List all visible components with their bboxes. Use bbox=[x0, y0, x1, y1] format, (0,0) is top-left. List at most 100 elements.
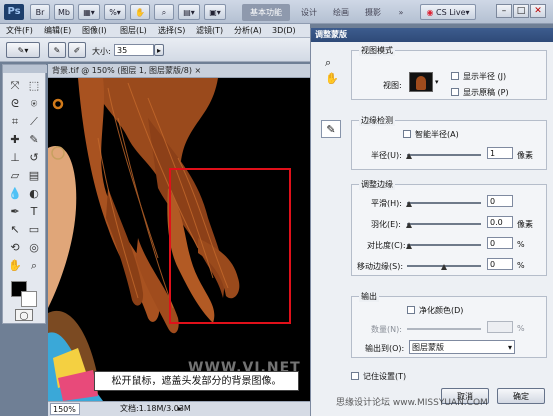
quick-mask-icon[interactable]: ◯ bbox=[15, 309, 33, 321]
move-tool-icon[interactable]: ⤧ bbox=[6, 77, 24, 95]
contrast-input[interactable]: 0 bbox=[487, 237, 513, 249]
menu-select[interactable]: 选择(S) bbox=[158, 24, 185, 38]
quick-selection-tool-icon[interactable]: ⍟ bbox=[25, 95, 43, 113]
close-icon[interactable]: ✕ bbox=[530, 4, 546, 18]
hand-tool-button[interactable]: ✋ bbox=[130, 4, 150, 20]
output-title: 输出 bbox=[359, 291, 379, 302]
hair-image bbox=[48, 78, 310, 401]
workspace-essentials[interactable]: 基本功能 bbox=[242, 4, 290, 21]
status-bar: 150% 文档:1.18M/3.03M ▸ bbox=[48, 401, 310, 416]
clone-stamp-tool-icon[interactable]: ⊥ bbox=[6, 149, 24, 167]
radius-slider[interactable] bbox=[407, 154, 481, 156]
decontaminate-colors-label: 净化颜色(D) bbox=[419, 306, 464, 315]
menu-edit[interactable]: 编辑(E) bbox=[44, 24, 71, 38]
history-brush-tool-icon[interactable]: ↺ bbox=[25, 149, 43, 167]
output-to-value: 图层蒙版 bbox=[412, 343, 444, 352]
size-input[interactable]: 35 bbox=[114, 44, 154, 56]
workspace-photography[interactable]: 摄影 bbox=[360, 4, 386, 21]
output-to-select[interactable]: 图层蒙版 ▾ bbox=[409, 340, 515, 354]
view-extras-button[interactable]: ▦▾ bbox=[78, 4, 100, 20]
feather-input[interactable]: 0.0 bbox=[487, 216, 513, 228]
image-canvas[interactable]: WWW.VI.NET bbox=[48, 78, 310, 401]
path-selection-tool-icon[interactable]: ↖ bbox=[6, 221, 24, 239]
screen-mode-button[interactable]: ▣▾ bbox=[204, 4, 226, 20]
smooth-input[interactable]: 0 bbox=[487, 195, 513, 207]
minibridge-button[interactable]: Mb bbox=[54, 4, 74, 20]
tool-preset-picker[interactable]: ✎▾ bbox=[6, 42, 40, 58]
crop-tool-icon[interactable]: ⌗ bbox=[6, 113, 24, 131]
menu-3d[interactable]: 3D(D) bbox=[272, 24, 296, 38]
zoom-tool-icon[interactable]: ⌕ bbox=[25, 257, 43, 275]
dodge-tool-icon[interactable]: ◐ bbox=[25, 185, 43, 203]
maximize-icon[interactable]: □ bbox=[513, 4, 529, 18]
3d-orbit-tool-icon[interactable]: ◎ bbox=[25, 239, 43, 257]
hand-tool-icon[interactable]: ✋ bbox=[6, 257, 24, 275]
shape-tool-icon[interactable]: ▭ bbox=[25, 221, 43, 239]
healing-brush-tool-icon[interactable]: ✚ bbox=[6, 131, 24, 149]
remember-settings-checkbox[interactable] bbox=[351, 372, 359, 380]
lasso-tool-icon[interactable]: ᘓ bbox=[6, 95, 24, 113]
refine-radius-tool-icon[interactable]: ✎ bbox=[321, 120, 341, 138]
type-tool-icon[interactable]: T bbox=[25, 203, 43, 221]
view-dropdown-arrow-icon[interactable]: ▾ bbox=[435, 78, 439, 86]
background-color-swatch[interactable] bbox=[21, 291, 37, 307]
bottom-watermark: 思缘设计论坛 www.MISSYUAN.COM bbox=[336, 398, 488, 408]
hand-tool-icon[interactable]: ✋ bbox=[325, 72, 339, 85]
refine-radius-tool-icon[interactable]: ✎ bbox=[48, 42, 66, 58]
feather-slider-knob[interactable] bbox=[406, 222, 412, 228]
refine-radius-brush-icon: ✎ bbox=[17, 46, 25, 55]
menu-analysis[interactable]: 分析(A) bbox=[234, 24, 262, 38]
menu-layer[interactable]: 图层(L) bbox=[120, 24, 147, 38]
document-tab[interactable]: 背景.tif @ 150% (图层 1, 图层蒙版/8) × bbox=[48, 64, 310, 78]
feather-unit: 像素 bbox=[517, 220, 533, 229]
3d-rotate-tool-icon[interactable]: ⟲ bbox=[6, 239, 24, 257]
view-mode-group bbox=[351, 50, 547, 100]
show-radius-checkbox[interactable] bbox=[451, 72, 459, 80]
shift-edge-slider-knob[interactable] bbox=[441, 264, 447, 270]
radius-input[interactable]: 1 bbox=[487, 147, 513, 159]
zoom-tool-icon[interactable]: ⌕ bbox=[325, 56, 331, 70]
radius-slider-knob[interactable] bbox=[406, 153, 412, 159]
minimize-icon[interactable]: – bbox=[496, 4, 512, 18]
zoom-level-field[interactable]: 150% bbox=[50, 403, 80, 415]
smooth-slider[interactable] bbox=[407, 202, 481, 204]
size-label: 大小: bbox=[92, 47, 111, 56]
status-menu-arrow-icon[interactable]: ▸ bbox=[178, 402, 182, 416]
brush-tool-icon[interactable]: ✎ bbox=[25, 131, 43, 149]
shift-edge-input[interactable]: 0 bbox=[487, 258, 513, 270]
size-slider-arrow-icon[interactable]: ▸ bbox=[154, 44, 164, 56]
smooth-label: 平滑(H): bbox=[371, 199, 402, 208]
eraser-tool-icon[interactable]: ▱ bbox=[6, 167, 24, 185]
menu-bar: 文件(F) 编辑(E) 图像(I) 图层(L) 选择(S) 滤镜(T) 分析(A… bbox=[0, 24, 310, 38]
blur-tool-icon[interactable]: 💧 bbox=[6, 185, 24, 203]
smart-radius-checkbox[interactable] bbox=[403, 130, 411, 138]
eyedropper-tool-icon[interactable]: ⟋ bbox=[25, 113, 43, 131]
gradient-tool-icon[interactable]: ▤ bbox=[25, 167, 43, 185]
contrast-slider[interactable] bbox=[407, 244, 481, 246]
view-thumbnail[interactable] bbox=[409, 72, 433, 92]
show-radius-label: 显示半径 (J) bbox=[463, 72, 507, 81]
show-original-checkbox[interactable] bbox=[451, 88, 459, 96]
view-mode-title: 视图模式 bbox=[359, 45, 395, 56]
pen-tool-icon[interactable]: ✒ bbox=[6, 203, 24, 221]
cs-live-button[interactable]: ◉ CS Live▾ bbox=[420, 4, 476, 20]
erase-refinements-tool-icon[interactable]: ✐ bbox=[68, 42, 86, 58]
feather-slider[interactable] bbox=[407, 223, 481, 225]
zoom-tool-button[interactable]: ⌕ bbox=[154, 4, 174, 20]
shift-edge-label: 移动边缘(S): bbox=[357, 262, 404, 271]
toolbox-handle[interactable] bbox=[3, 65, 47, 73]
zoom-level-button[interactable]: %▾ bbox=[104, 4, 126, 20]
menu-file[interactable]: 文件(F) bbox=[6, 24, 33, 38]
workspace-design[interactable]: 设计 bbox=[296, 4, 322, 21]
workspace-painting[interactable]: 绘画 bbox=[328, 4, 354, 21]
ok-button[interactable]: 确定 bbox=[497, 388, 545, 404]
contrast-slider-knob[interactable] bbox=[406, 243, 412, 249]
menu-image[interactable]: 图像(I) bbox=[82, 24, 107, 38]
menu-filter[interactable]: 滤镜(T) bbox=[196, 24, 223, 38]
workspace-more-icon[interactable]: » bbox=[392, 4, 410, 21]
smooth-slider-knob[interactable] bbox=[406, 201, 412, 207]
marquee-tool-icon[interactable]: ⬚ bbox=[25, 77, 43, 95]
decontaminate-colors-checkbox[interactable] bbox=[407, 306, 415, 314]
arrange-documents-button[interactable]: ▤▾ bbox=[178, 4, 200, 20]
bridge-button[interactable]: Br bbox=[30, 4, 50, 20]
